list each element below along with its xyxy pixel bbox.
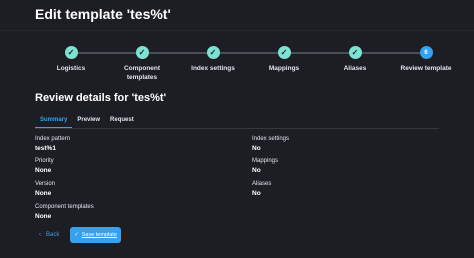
detail-value: No bbox=[252, 167, 261, 174]
detail-value: test%1 bbox=[35, 145, 56, 152]
back-button[interactable]: ‹ Back bbox=[35, 228, 59, 242]
tab-preview[interactable]: Preview bbox=[72, 113, 105, 129]
tab-request[interactable]: Request bbox=[105, 113, 139, 129]
detail-index-settings: Index settings No bbox=[252, 136, 289, 152]
detail-version: Version None bbox=[35, 181, 55, 197]
tab-summary[interactable]: Summary bbox=[35, 113, 73, 129]
detail-label: Priority bbox=[35, 158, 54, 164]
detail-mappings: Mappings No bbox=[252, 158, 278, 174]
detail-label: Component templates bbox=[35, 204, 94, 210]
check-icon: ✓ bbox=[64, 46, 78, 59]
check-icon: ✓ bbox=[348, 46, 362, 59]
detail-label: Index pattern bbox=[35, 136, 71, 142]
detail-value: No bbox=[252, 190, 261, 197]
step-mappings[interactable]: ✓ Mappings bbox=[244, 46, 324, 73]
step-aliases[interactable]: ✓ Aliases bbox=[315, 46, 395, 73]
detail-label: Version bbox=[35, 181, 56, 187]
step-label: Index settings bbox=[191, 65, 235, 72]
save-label: Save template bbox=[81, 232, 117, 238]
step-index-settings[interactable]: ✓ Index settings bbox=[173, 46, 253, 73]
step-number: 6 bbox=[419, 46, 433, 59]
step-component-templates[interactable]: ✓ Component templates bbox=[102, 46, 182, 82]
detail-index-pattern: Index pattern test%1 bbox=[35, 136, 70, 152]
steps-progress: ✓ Logistics ✓ Component templates ✓ Inde… bbox=[0, 44, 474, 84]
detail-value: None bbox=[35, 190, 52, 197]
step-label: Aliases bbox=[343, 65, 367, 72]
page-title: Edit template 'tes%t' bbox=[35, 6, 171, 22]
check-icon: ✓ bbox=[74, 232, 79, 238]
step-logistics[interactable]: ✓ Logistics bbox=[31, 46, 111, 73]
review-title: Review details for 'tes%t' bbox=[35, 92, 167, 104]
detail-aliases: Aliases No bbox=[252, 181, 271, 197]
check-icon: ✓ bbox=[206, 46, 220, 59]
detail-value: None bbox=[35, 167, 52, 174]
detail-value: No bbox=[252, 145, 261, 152]
chevron-left-icon: ‹ bbox=[39, 232, 41, 238]
step-label: Review template bbox=[400, 65, 452, 72]
detail-label: Mappings bbox=[252, 158, 279, 164]
save-template-button[interactable]: ✓ Save template bbox=[70, 227, 121, 243]
review-tabs: Summary Preview Request bbox=[35, 113, 139, 129]
header-divider bbox=[0, 30, 474, 31]
tabs-divider bbox=[35, 128, 439, 129]
check-icon: ✓ bbox=[277, 46, 291, 59]
detail-priority: Priority None bbox=[35, 158, 54, 174]
detail-component-templates: Component templates None bbox=[35, 204, 94, 220]
check-icon: ✓ bbox=[135, 46, 149, 59]
back-label: Back bbox=[46, 232, 60, 238]
step-label: Mappings bbox=[268, 65, 300, 72]
detail-value: None bbox=[35, 213, 52, 220]
detail-label: Aliases bbox=[252, 181, 272, 187]
step-label: Component templates bbox=[123, 65, 161, 81]
detail-label: Index settings bbox=[252, 136, 290, 142]
step-review-template[interactable]: 6 Review template bbox=[386, 46, 466, 73]
step-label: Logistics bbox=[56, 65, 86, 72]
